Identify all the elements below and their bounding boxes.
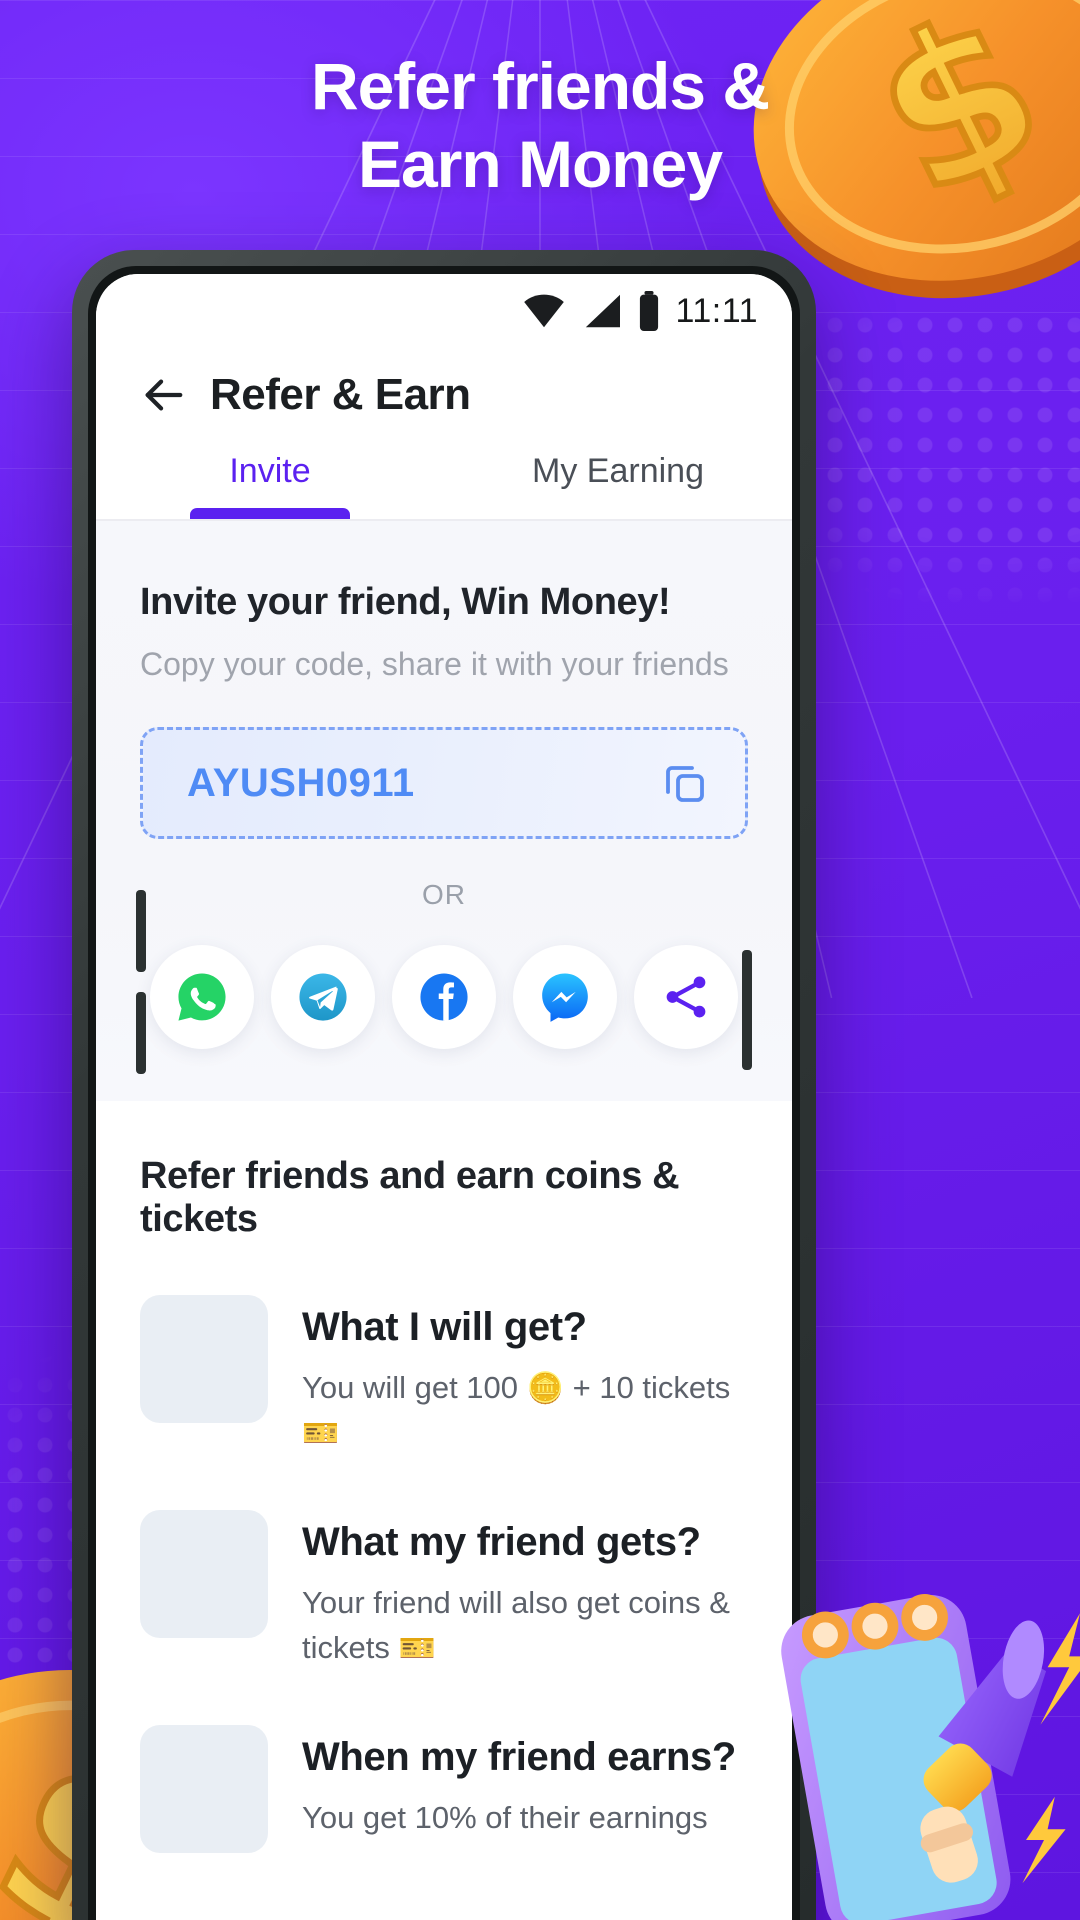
phone-inner-frame: 11:11 Refer & Earn Invite My Earning Inv…: [88, 266, 800, 1920]
referral-code-value: AYUSH0911: [187, 760, 415, 805]
share-whatsapp-button[interactable]: [150, 945, 254, 1049]
status-bar-time: 11:11: [675, 291, 758, 330]
list-item[interactable]: What my friend gets? Your friend will al…: [140, 1509, 748, 1671]
benefit-desc-pre: You will get 100: [302, 1370, 527, 1405]
invite-heading: Invite your friend, Win Money!: [140, 581, 671, 623]
share-more-button[interactable]: [634, 945, 738, 1049]
volume-down-button[interactable]: [136, 992, 146, 1074]
benefit-title: When my friend earns?: [302, 1734, 736, 1779]
benefit-description: You get 10% of their earnings: [302, 1796, 736, 1841]
benefit-body: What my friend gets? Your friend will al…: [302, 1510, 748, 1671]
invite-subheading: Copy your code, share it with your frien…: [140, 646, 729, 682]
page-title: Refer & Earn: [210, 370, 471, 419]
copy-icon[interactable]: [661, 759, 709, 807]
benefit-description: Your friend will also get coins & ticket…: [302, 1581, 748, 1671]
social-share-row: [140, 945, 748, 1049]
benefit-desc-mid: + 10 tickets: [564, 1370, 731, 1405]
promo-headline-line1: Refer friends &: [310, 49, 770, 123]
wifi-icon: [524, 294, 565, 328]
benefit-description: You will get 100 🪙 + 10 tickets 🎫: [302, 1366, 748, 1456]
phone-mockup: 11:11 Refer & Earn Invite My Earning Inv…: [72, 250, 816, 1920]
app-bar: Refer & Earn: [96, 348, 792, 430]
benefit-thumbnail: [140, 1509, 268, 1638]
share-messenger-button[interactable]: [513, 945, 617, 1049]
share-icon: [666, 976, 706, 1018]
signal-icon: [586, 294, 621, 328]
megaphone-illustration: [738, 1570, 1080, 1920]
battery-icon: [640, 291, 659, 331]
facebook-icon: [420, 973, 468, 1021]
tab-my-earning-label: My Earning: [532, 452, 704, 490]
messenger-icon: [542, 973, 588, 1022]
share-telegram-button[interactable]: [271, 945, 375, 1049]
telegram-icon: [299, 973, 347, 1021]
tab-bar: Invite My Earning: [96, 430, 792, 519]
benefit-thumbnail: [140, 1724, 268, 1853]
benefit-title: What my friend gets?: [302, 1519, 701, 1564]
back-arrow-icon[interactable]: [140, 372, 186, 418]
ticket-emoji-icon: 🎫: [398, 1631, 436, 1665]
tab-invite[interactable]: Invite: [96, 452, 444, 519]
promo-headline-line2: Earn Money: [357, 126, 723, 201]
volume-up-button[interactable]: [136, 890, 146, 972]
or-separator-label: OR: [422, 879, 466, 910]
tab-my-earning[interactable]: My Earning: [444, 452, 792, 519]
benefits-title: Refer friends and earn coins & tickets: [140, 1155, 680, 1240]
benefit-thumbnail: [140, 1295, 268, 1423]
list-item[interactable]: When my friend earns? You get 10% of the…: [140, 1724, 748, 1853]
benefit-body: What I will get? You will get 100 🪙 + 10…: [302, 1295, 748, 1456]
benefit-body: When my friend earns? You get 10% of the…: [302, 1725, 736, 1841]
share-facebook-button[interactable]: [392, 945, 496, 1049]
tab-invite-label: Invite: [229, 452, 311, 490]
phone-screen: 11:11 Refer & Earn Invite My Earning Inv…: [96, 274, 792, 1920]
whatsapp-icon: [178, 973, 226, 1021]
status-bar: 11:11: [96, 274, 792, 348]
invite-panel: Invite your friend, Win Money! Copy your…: [96, 521, 792, 1101]
benefits-section: Refer friends and earn coins & tickets W…: [96, 1101, 792, 1853]
list-item[interactable]: What I will get? You will get 100 🪙 + 10…: [140, 1295, 748, 1456]
benefit-title: What I will get?: [302, 1305, 587, 1349]
tab-active-indicator: [190, 508, 350, 519]
benefit-desc-pre: You get 10% of their earnings: [302, 1799, 708, 1835]
promo-headline: Refer friends & Earn Money: [0, 48, 1080, 204]
benefit-desc-pre: Your friend will also get coins & ticket…: [302, 1584, 730, 1665]
coin-emoji-icon: 🪙: [526, 1372, 564, 1405]
power-button[interactable]: [742, 950, 752, 1070]
referral-code-box[interactable]: AYUSH0911: [140, 727, 748, 839]
ticket-emoji-icon: 🎫: [302, 1416, 340, 1450]
